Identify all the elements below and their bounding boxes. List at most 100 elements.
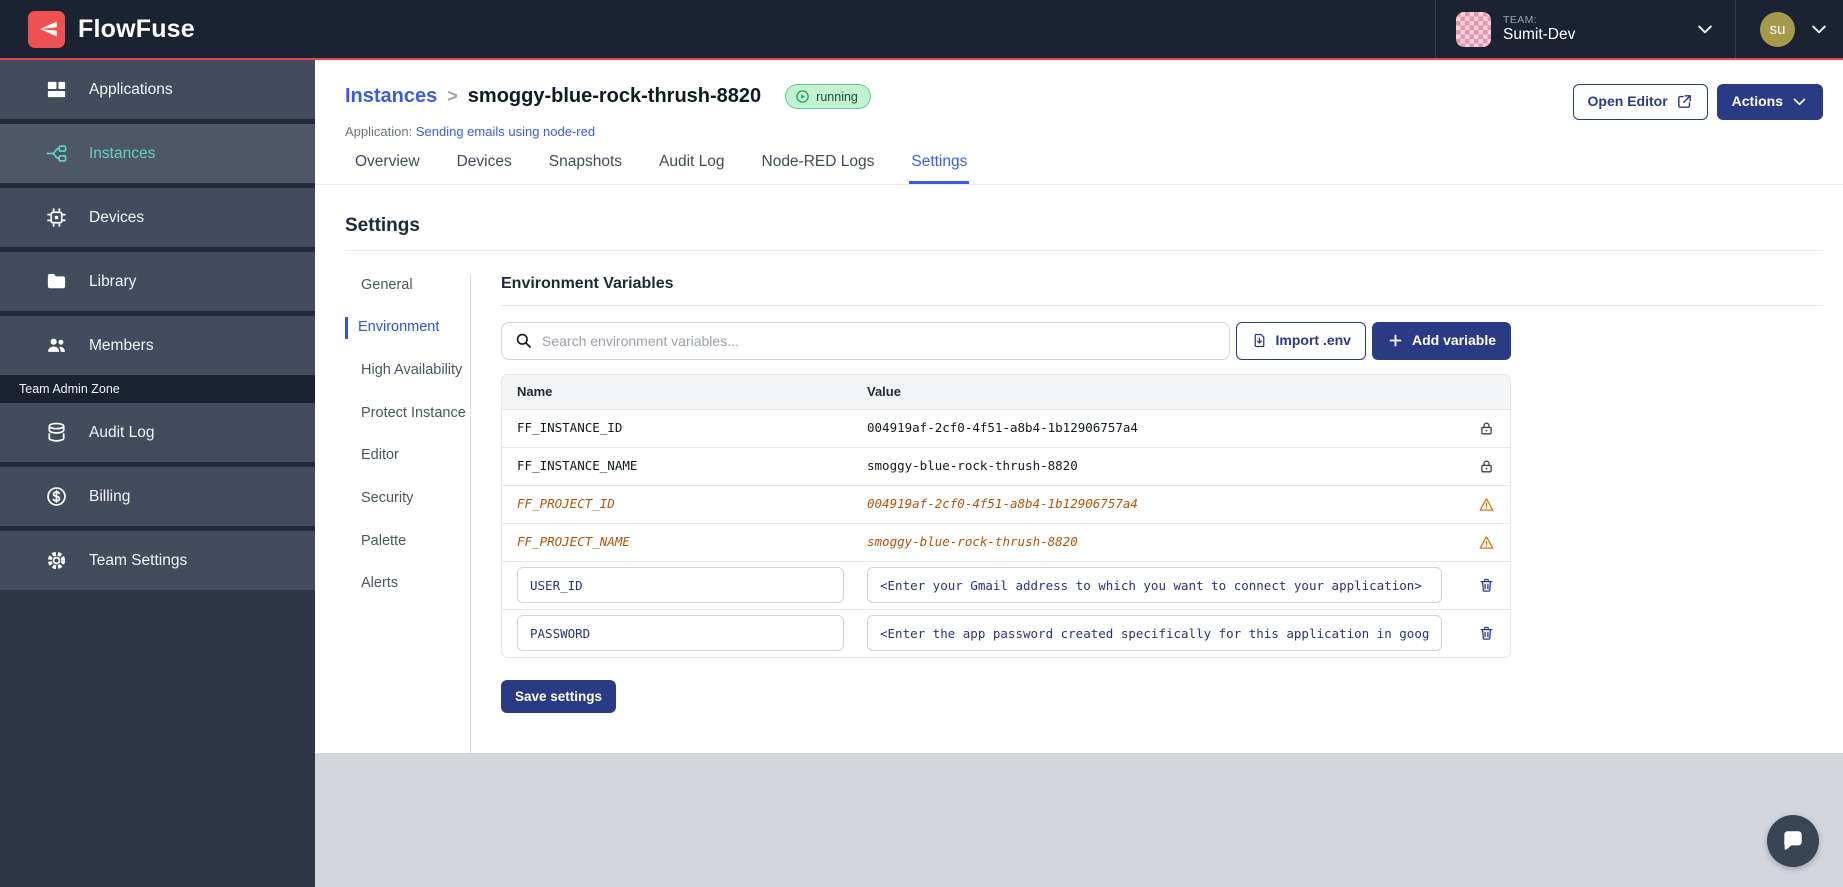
sidebar-item-instances[interactable]: Instances bbox=[0, 124, 315, 183]
team-avatar bbox=[1456, 11, 1491, 47]
user-menu[interactable]: su bbox=[1735, 0, 1843, 58]
tab-snapshots[interactable]: Snapshots bbox=[547, 153, 624, 184]
team-settings-icon bbox=[45, 549, 68, 572]
settings-nav-label: Environment bbox=[358, 319, 440, 336]
audit-log-icon bbox=[45, 421, 68, 444]
environment-panel: Environment Variables Import bbox=[470, 274, 1823, 753]
status-badge-label: running bbox=[816, 89, 858, 104]
tab-overview[interactable]: Overview bbox=[353, 153, 422, 184]
breadcrumb: Instances > smoggy-blue-rock-thrush-8820… bbox=[345, 84, 871, 109]
chat-widget-button[interactable] bbox=[1767, 815, 1819, 867]
actions-label: Actions bbox=[1731, 93, 1783, 109]
env-var-name-input[interactable] bbox=[517, 567, 844, 603]
page-title: Settings bbox=[345, 214, 420, 236]
tab-label: Settings bbox=[911, 152, 968, 170]
search-box bbox=[501, 321, 1230, 360]
save-settings-button[interactable]: Save settings bbox=[501, 679, 617, 713]
tab-node-red-logs[interactable]: Node-RED Logs bbox=[760, 153, 877, 184]
external-link-icon bbox=[1676, 93, 1693, 110]
header-buttons: Open Editor Actions bbox=[1572, 84, 1823, 120]
sidebar-item-team-settings[interactable]: Team Settings bbox=[0, 531, 315, 590]
tab-label: Devices bbox=[456, 152, 512, 170]
env-var-row: FF_PROJECT_NAME smoggy-blue-rock-thrush-… bbox=[502, 522, 1510, 561]
top-navbar: FlowFuse TEAM: Sumit-Dev su bbox=[0, 0, 1843, 60]
tab-label: Audit Log bbox=[659, 152, 725, 170]
sidebar-item-members[interactable]: Members bbox=[0, 316, 315, 375]
settings-subnav: General Environment High Availability Pr… bbox=[345, 275, 470, 753]
add-variable-button[interactable]: Add variable bbox=[1371, 321, 1511, 360]
env-var-name: FF_PROJECT_NAME bbox=[517, 534, 630, 549]
open-editor-label: Open Editor bbox=[1587, 93, 1668, 109]
settings-nav-palette[interactable]: Palette bbox=[345, 531, 470, 553]
settings-nav-editor[interactable]: Editor bbox=[345, 445, 470, 467]
tab-label: Node-RED Logs bbox=[761, 152, 875, 170]
table-header: Name Value bbox=[502, 374, 1510, 409]
settings-nav-general[interactable]: General bbox=[345, 275, 470, 297]
chevron-down-icon bbox=[1809, 19, 1829, 39]
brand-name: FlowFuse bbox=[78, 14, 195, 43]
env-var-name: FF_INSTANCE_NAME bbox=[517, 458, 638, 473]
sidebar-item-label: Team Settings bbox=[89, 551, 188, 569]
play-circle-icon bbox=[795, 89, 810, 104]
tab-settings[interactable]: Settings bbox=[909, 152, 970, 184]
env-var-name-input[interactable] bbox=[517, 615, 844, 651]
tab-audit-log[interactable]: Audit Log bbox=[657, 153, 727, 184]
application-line: Application: Sending emails using node-r… bbox=[345, 124, 1823, 139]
trash-icon[interactable] bbox=[1478, 577, 1495, 594]
breadcrumb-instances-link[interactable]: Instances bbox=[345, 85, 437, 108]
sidebar-item-audit-log[interactable]: Audit Log bbox=[0, 403, 315, 462]
settings-nav-security[interactable]: Security bbox=[345, 488, 470, 510]
env-var-value: 004919af-2cf0-4f51-a8b4-1b12906757a4 bbox=[867, 496, 1138, 511]
env-var-row: FF_INSTANCE_NAME smoggy-blue-rock-thrush… bbox=[502, 446, 1510, 485]
column-value: Value bbox=[867, 384, 901, 399]
flowfuse-app: FlowFuse TEAM: Sumit-Dev su Applications… bbox=[0, 0, 1843, 887]
sidebar-item-library[interactable]: Library bbox=[0, 252, 315, 311]
env-var-value: smoggy-blue-rock-thrush-8820 bbox=[867, 534, 1078, 549]
open-editor-button[interactable]: Open Editor bbox=[1572, 84, 1708, 120]
instance-name: smoggy-blue-rock-thrush-8820 bbox=[467, 85, 762, 107]
navbar-right: TEAM: Sumit-Dev su bbox=[1435, 0, 1843, 58]
sidebar-item-label: Instances bbox=[89, 144, 156, 162]
billing-icon bbox=[45, 485, 68, 508]
chevron-down-icon bbox=[1791, 93, 1808, 110]
sidebar: Applications Instances Devices Library M… bbox=[0, 60, 315, 887]
env-var-row: FF_INSTANCE_ID 004919af-2cf0-4f51-a8b4-1… bbox=[502, 408, 1510, 447]
settings-nav-alerts[interactable]: Alerts bbox=[345, 573, 470, 595]
lock-icon bbox=[1478, 420, 1495, 437]
search-input[interactable] bbox=[542, 332, 1217, 349]
settings-nav-high-availability[interactable]: High Availability bbox=[345, 360, 470, 382]
actions-button[interactable]: Actions bbox=[1716, 84, 1823, 120]
env-var-value-input[interactable] bbox=[867, 615, 1442, 651]
breadcrumb-separator: > bbox=[447, 86, 458, 106]
library-icon bbox=[45, 270, 68, 293]
import-env-button[interactable]: Import .env bbox=[1235, 321, 1366, 360]
sidebar-item-devices[interactable]: Devices bbox=[0, 188, 315, 247]
settings-nav-label: Alerts bbox=[361, 575, 399, 592]
team-text: TEAM: Sumit-Dev bbox=[1503, 14, 1683, 44]
plus-icon bbox=[1387, 332, 1404, 349]
sidebar-item-billing[interactable]: Billing bbox=[0, 467, 315, 526]
application-link[interactable]: Sending emails using node-red bbox=[416, 124, 595, 139]
brand-area[interactable]: FlowFuse bbox=[0, 10, 195, 48]
tab-label: Snapshots bbox=[548, 152, 622, 170]
environment-title: Environment Variables bbox=[501, 275, 1823, 306]
settings-nav-label: Palette bbox=[361, 532, 407, 549]
env-toolbar: Import .env Add variable bbox=[501, 321, 1511, 360]
env-var-name: FF_INSTANCE_ID bbox=[517, 420, 623, 435]
settings-nav-label: High Availability bbox=[361, 361, 463, 378]
trash-icon[interactable] bbox=[1478, 625, 1495, 642]
tab-devices[interactable]: Devices bbox=[455, 153, 514, 184]
sidebar-item-applications[interactable]: Applications bbox=[0, 60, 315, 119]
env-var-value: smoggy-blue-rock-thrush-8820 bbox=[867, 458, 1078, 473]
settings-nav-environment[interactable]: Environment bbox=[345, 317, 470, 339]
settings-nav-protect-instance[interactable]: Protect Instance bbox=[345, 403, 470, 425]
env-var-row: FF_PROJECT_ID 004919af-2cf0-4f51-a8b4-1b… bbox=[502, 484, 1510, 523]
team-selector[interactable]: TEAM: Sumit-Dev bbox=[1435, 0, 1735, 58]
env-var-value-input[interactable] bbox=[867, 567, 1442, 603]
search-icon bbox=[514, 331, 533, 350]
footer-band bbox=[315, 752, 1843, 887]
members-icon bbox=[45, 334, 68, 357]
sidebar-item-label: Billing bbox=[89, 487, 131, 505]
warning-icon bbox=[1478, 496, 1495, 513]
settings-section: Settings General Environment High Availa… bbox=[315, 185, 1843, 753]
